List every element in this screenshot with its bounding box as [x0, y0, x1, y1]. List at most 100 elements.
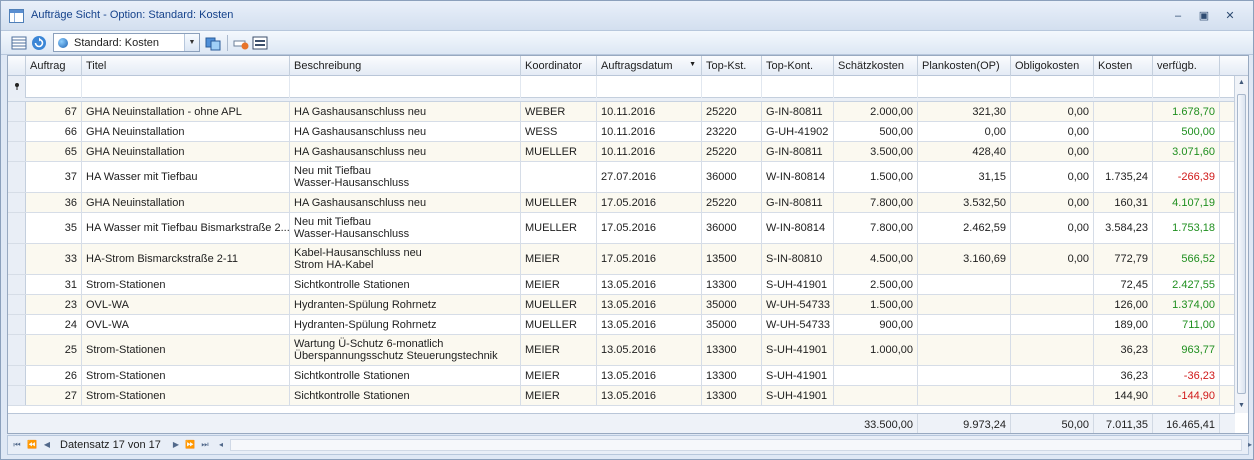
table-row[interactable]: 66 GHA Neuinstallation HA Gashausanschluss… — [8, 122, 1235, 142]
horizontal-scrollbar[interactable] — [230, 439, 1242, 451]
prev-record-icon[interactable]: ◀ — [41, 439, 53, 451]
filter-cell-top-kont[interactable] — [762, 76, 834, 98]
row-indicator[interactable] — [8, 366, 26, 385]
vertical-scrollbar[interactable]: ▲ ▼ — [1234, 76, 1248, 413]
prev-page-icon[interactable]: ⏪ — [26, 439, 38, 451]
scroll-right-icon[interactable]: ▸ — [1244, 439, 1254, 451]
row-indicator[interactable] — [8, 193, 26, 212]
cell-auftrag: 33 — [26, 244, 82, 274]
filter-cell-koordinator[interactable] — [521, 76, 597, 98]
table-row[interactable]: 27 Strom-Stationen Sichtkontrolle Statione… — [8, 386, 1235, 406]
cell-koordinator: MUELLER — [521, 193, 597, 212]
column-header-plankosten[interactable]: Plankosten(OP) — [918, 56, 1011, 76]
filter-cell-top-kst[interactable] — [702, 76, 762, 98]
cell-beschreibung: Wartung Ü-Schutz 6-monatlich Überspannun… — [290, 335, 521, 365]
cell-verfuegbar: 4.107,19 — [1153, 193, 1220, 212]
total-obligokosten: 50,00 — [1011, 414, 1094, 433]
cell-kosten: 3.584,23 — [1094, 213, 1153, 243]
filter-cell-schaetzkosten[interactable] — [834, 76, 918, 98]
cell-kosten: 144,90 — [1094, 386, 1153, 405]
filter-cell-verfuegbar[interactable] — [1153, 76, 1220, 98]
delete-filter-icon[interactable] — [233, 35, 249, 51]
table-row[interactable]: 26 Strom-Stationen Sichtkontrolle Statione… — [8, 366, 1235, 386]
column-header-auftrag[interactable]: Auftrag — [26, 56, 82, 76]
column-header-kosten[interactable]: Kosten — [1094, 56, 1153, 76]
row-indicator[interactable] — [8, 162, 26, 192]
grid-view-icon[interactable] — [11, 35, 27, 51]
table-row[interactable]: 33 HA-Strom Bismarckstraße 2-11 Kabel-Haus… — [8, 244, 1235, 275]
scroll-down-icon[interactable]: ▼ — [1235, 399, 1248, 413]
cell-schaetzkosten: 1.500,00 — [834, 162, 918, 192]
filter-cell-obligokosten[interactable] — [1011, 76, 1094, 98]
restore-icon[interactable]: ▣ — [1195, 8, 1213, 24]
total-schaetzkosten: 33.500,00 — [834, 414, 918, 433]
cell-verfuegbar: -266,39 — [1153, 162, 1220, 192]
cell-obligokosten — [1011, 366, 1094, 385]
row-indicator[interactable] — [8, 335, 26, 365]
cell-schaetzkosten: 7.800,00 — [834, 193, 918, 212]
switch-view-icon[interactable] — [205, 35, 221, 51]
table-row[interactable]: 36 GHA Neuinstallation HA Gashausanschluss… — [8, 193, 1235, 213]
row-indicator[interactable] — [8, 315, 26, 334]
cell-auftrag: 37 — [26, 162, 82, 192]
filter-cell-kosten[interactable] — [1094, 76, 1153, 98]
column-header-schaetzkosten[interactable]: Schätzkosten — [834, 56, 918, 76]
cell-verfuegbar: 500,00 — [1153, 122, 1220, 141]
cell-plankosten — [918, 335, 1011, 365]
cell-auftragsdatum: 17.05.2016 — [597, 213, 702, 243]
cell-top-kst: 36000 — [702, 162, 762, 192]
table-row[interactable]: 25 Strom-Stationen Wartung Ü-Schutz 6-mona… — [8, 335, 1235, 366]
refresh-icon[interactable] — [31, 35, 47, 51]
scroll-up-icon[interactable]: ▲ — [1235, 76, 1248, 90]
cell-top-kst: 35000 — [702, 295, 762, 314]
filter-cell-auftrag[interactable] — [26, 76, 82, 98]
cell-auftragsdatum: 10.11.2016 — [597, 142, 702, 161]
cell-schaetzkosten: 500,00 — [834, 122, 918, 141]
cell-auftragsdatum: 10.11.2016 — [597, 122, 702, 141]
row-indicator[interactable] — [8, 295, 26, 314]
next-record-icon[interactable]: ▶ — [170, 439, 182, 451]
column-header-top-kont[interactable]: Top-Kont. — [762, 56, 834, 76]
cell-top-kst: 13300 — [702, 275, 762, 294]
table-row[interactable]: 37 HA Wasser mit Tiefbau Neu mit Tiefbau W… — [8, 162, 1235, 193]
close-icon[interactable]: ✕ — [1221, 8, 1239, 24]
row-indicator[interactable] — [8, 142, 26, 161]
row-indicator[interactable] — [8, 386, 26, 405]
table-row[interactable]: 65 GHA Neuinstallation HA Gashausanschluss… — [8, 142, 1235, 162]
chevron-down-icon[interactable]: ▼ — [184, 34, 199, 51]
column-header-top-kst[interactable]: Top-Kst. — [702, 56, 762, 76]
minimize-icon[interactable]: – — [1169, 8, 1187, 24]
table-row[interactable]: 35 HA Wasser mit Tiefbau Bismarkstraße 2.… — [8, 213, 1235, 244]
column-header-auftragsdatum[interactable]: Auftragsdatum ▼ — [597, 56, 702, 76]
row-indicator[interactable] — [8, 244, 26, 274]
column-header-obligokosten[interactable]: Obligokosten — [1011, 56, 1094, 76]
column-header-beschreibung[interactable]: Beschreibung — [290, 56, 521, 76]
row-indicator[interactable] — [8, 275, 26, 294]
row-indicator[interactable] — [8, 122, 26, 141]
filter-cell-plankosten[interactable] — [918, 76, 1011, 98]
filter-cell-auftragsdatum[interactable] — [597, 76, 702, 98]
column-header-verfuegbar[interactable]: verfügb. — [1153, 56, 1220, 76]
next-page-icon[interactable]: ⏩ — [184, 439, 196, 451]
table-row[interactable]: 24 OVL-WA Hydranten-Spülung Rohrnetz MUELLE… — [8, 315, 1235, 335]
row-indicator[interactable] — [8, 213, 26, 243]
scrollbar-thumb[interactable] — [1237, 94, 1246, 394]
row-indicator[interactable] — [8, 102, 26, 121]
cell-auftragsdatum: 17.05.2016 — [597, 193, 702, 212]
scroll-left-icon[interactable]: ◂ — [215, 439, 227, 451]
table-row[interactable]: 31 Strom-Stationen Sichtkontrolle Statione… — [8, 275, 1235, 295]
layout-icon[interactable] — [252, 35, 268, 51]
cell-beschreibung: HA Gashausanschluss neu — [290, 193, 521, 212]
first-record-icon[interactable]: ⏮ — [11, 439, 23, 451]
view-selector[interactable]: Standard: Kosten ▼ — [53, 33, 200, 52]
last-record-icon[interactable]: ⏭ — [199, 439, 211, 451]
table-row[interactable]: 67 GHA Neuinstallation - ohne APL HA Gasha… — [8, 102, 1235, 122]
cell-beschreibung: HA Gashausanschluss neu — [290, 122, 521, 141]
table-row[interactable]: 23 OVL-WA Hydranten-Spülung Rohrnetz MUELLE… — [8, 295, 1235, 315]
column-header-titel[interactable]: Titel — [82, 56, 290, 76]
cell-plankosten: 3.160,69 — [918, 244, 1011, 274]
filter-cell-beschreibung[interactable] — [290, 76, 521, 98]
filter-cell-titel[interactable] — [82, 76, 290, 98]
column-header-koordinator[interactable]: Koordinator — [521, 56, 597, 76]
filter-row-indicator — [8, 76, 26, 98]
